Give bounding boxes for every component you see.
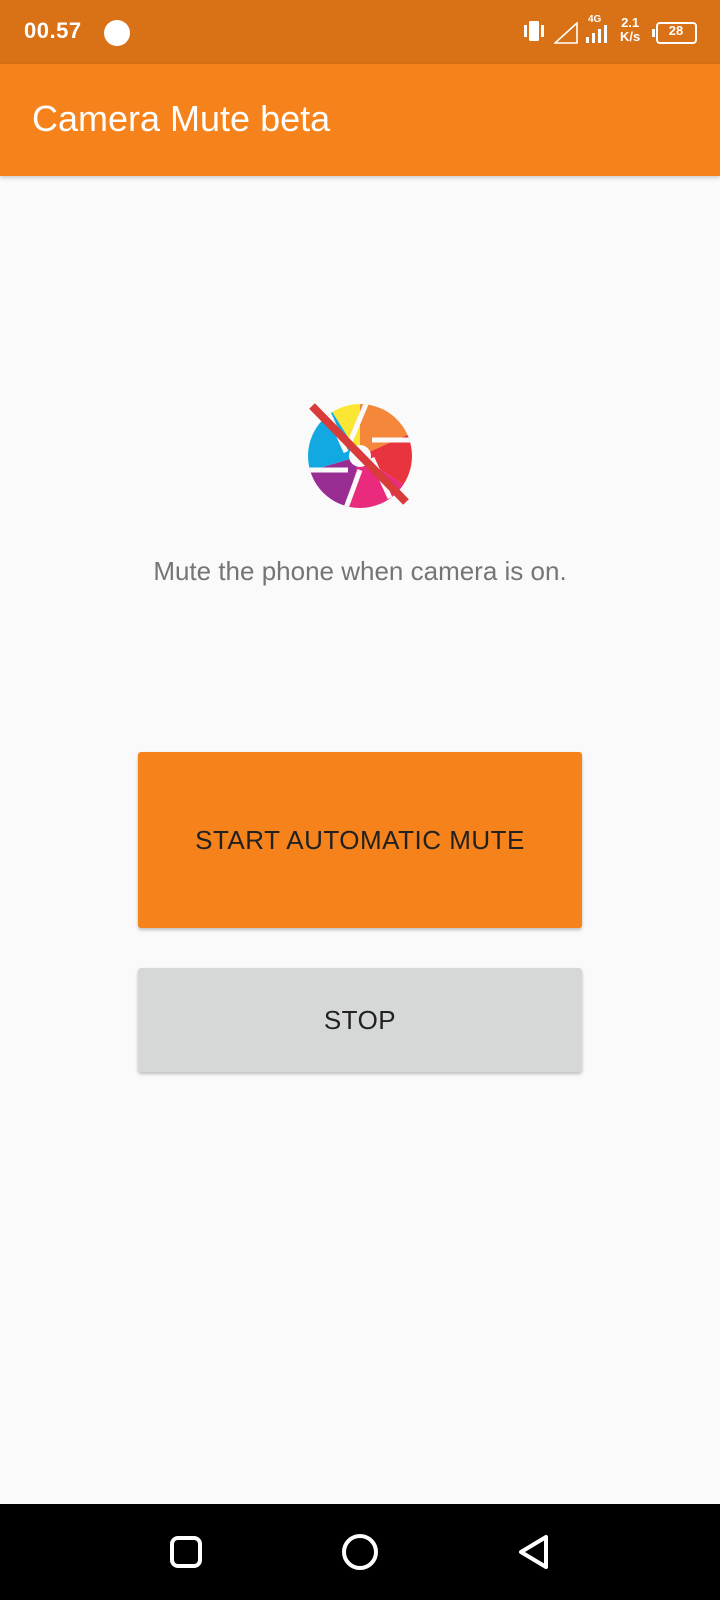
navigation-bar [0, 1504, 720, 1600]
vibrate-icon [524, 21, 544, 41]
home-icon [342, 1534, 378, 1570]
network-speed-unit: K/s [620, 29, 641, 44]
start-automatic-mute-button[interactable]: START AUTOMATIC MUTE [138, 752, 582, 928]
camera-muted-icon [308, 403, 412, 508]
status-time: 00.57 [24, 18, 82, 43]
home-button[interactable] [334, 1526, 386, 1578]
status-icons: 4G 2.1 K/s 28 [522, 14, 698, 50]
notification-dot-icon [104, 20, 130, 46]
back-icon [519, 1535, 548, 1569]
signal-4g-icon [586, 25, 607, 43]
status-bar: 00.57 4G 2.1 K/s 28 [0, 0, 720, 64]
description-text: Mute the phone when camera is on. [153, 556, 567, 586]
app-bar: Camera Mute beta [0, 64, 720, 176]
network-speed: 2.1 K/s [620, 16, 640, 44]
stop-button[interactable]: STOP [138, 968, 582, 1072]
recents-button[interactable] [160, 1526, 212, 1578]
signal-empty-icon [554, 22, 578, 44]
app-title: Camera Mute beta [32, 98, 331, 139]
battery-level: 28 [668, 23, 684, 38]
back-button[interactable] [508, 1526, 560, 1578]
recents-icon [170, 1536, 202, 1568]
network-speed-value: 2.1 [621, 15, 640, 30]
